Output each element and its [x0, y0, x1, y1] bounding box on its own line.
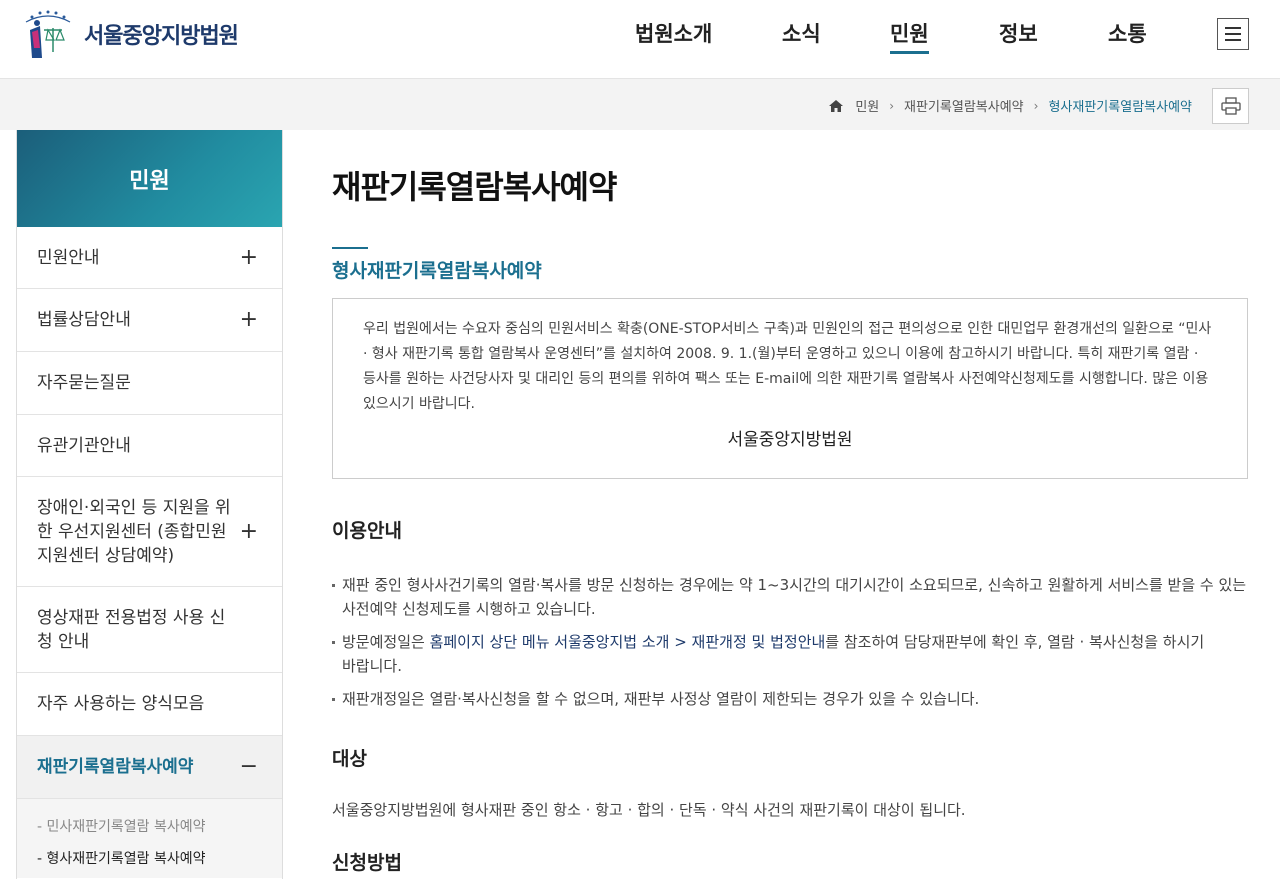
sidebar-item-label: 법률상담안내: [37, 310, 131, 330]
sidebar-item-related-orgs[interactable]: 유관기관안내: [17, 415, 282, 477]
court-name: 서울중앙지방법원: [84, 24, 239, 49]
breadcrumb: 민원 › 재판기록열람복사예약 › 형사재판기록열람복사예약: [829, 96, 1192, 115]
court-emblem-icon: [25, 10, 71, 58]
list-item-text: 방문예정일은: [342, 633, 430, 651]
sidebar-item-label: 유관기관안내: [37, 435, 131, 456]
target-heading: 대상: [332, 748, 367, 770]
print-button[interactable]: [1212, 88, 1249, 124]
sidebar-submenu: - 민사재판기록열람 복사예약 - 형사재판기록열람 복사예약: [17, 799, 282, 878]
breadcrumb-current[interactable]: 형사재판기록열람복사예약: [1048, 96, 1192, 115]
court-schedule-link[interactable]: 홈페이지 상단 메뉴 서울중앙지법 소개 > 재판개정 및 법정안내: [430, 633, 826, 651]
hamburger-icon[interactable]: [1217, 18, 1249, 50]
sidebar-item-label: 재판기록열람복사예약: [37, 757, 194, 777]
nav-civil-affairs[interactable]: 민원: [890, 18, 929, 54]
list-item: 재판개정일은 열람·복사신청을 할 수 없으며, 재판부 사정상 열람이 제한되…: [332, 687, 1248, 711]
minus-icon[interactable]: −: [240, 755, 258, 779]
sidebar-item-label: 자주 사용하는 양식모음: [37, 694, 205, 714]
plus-icon[interactable]: +: [240, 519, 258, 544]
method-heading: 신청방법: [332, 852, 402, 874]
usage-list: 재판 중인 형사사건기록의 열람·복사를 방문 신청하는 경우에는 약 1~3시…: [332, 573, 1248, 720]
sidebar-item-faq[interactable]: 자주묻는질문: [17, 352, 282, 415]
printer-icon: [1220, 97, 1241, 115]
home-icon[interactable]: [829, 99, 844, 112]
nav-news[interactable]: 소식: [782, 18, 821, 48]
sidebar-item-forms[interactable]: 자주 사용하는 양식모음: [17, 673, 282, 736]
chevron-right-icon: ›: [889, 98, 895, 113]
section-subtitle: 형사재판기록열람복사예약: [332, 260, 542, 282]
sidebar-title: 민원: [17, 130, 282, 227]
sidebar: 민원 민원안내 + 법률상담안내 + 자주묻는질문 유관기관안내 장애인·외국인…: [16, 130, 283, 879]
notice-signature: 서울중앙지방법원: [727, 430, 853, 450]
notice-box: 우리 법원에서는 수요자 중심의 민원서비스 확충(ONE-STOP서비스 구축…: [332, 298, 1248, 479]
breadcrumb-bar: 민원 › 재판기록열람복사예약 › 형사재판기록열람복사예약: [0, 78, 1280, 130]
sidebar-item-civil-guide[interactable]: 민원안내 +: [17, 227, 282, 289]
site-header: 서울중앙지방법원 법원소개 소식 민원 정보 소통: [0, 0, 1280, 78]
plus-icon[interactable]: +: [240, 245, 258, 270]
chevron-right-icon: ›: [1033, 98, 1039, 113]
sidebar-item-record-reservation[interactable]: 재판기록열람복사예약 −: [17, 736, 282, 799]
sidebar-subitem-civil-record[interactable]: - 민사재판기록열람 복사예약: [37, 811, 262, 843]
court-logo[interactable]: 서울중앙지방법원: [18, 8, 239, 60]
sidebar-item-label: 장애인·외국인 등 지원을 위한 우선지원센터 (종합민원지원센터 상담예약): [37, 497, 231, 566]
page-title: 재판기록열람복사예약: [332, 168, 617, 206]
nav-info[interactable]: 정보: [999, 18, 1038, 48]
usage-heading: 이용안내: [332, 520, 402, 542]
target-text: 서울중앙지방법원에 형사재판 중인 항소 · 항고 · 합의 · 단독 · 약식…: [332, 801, 966, 819]
list-item: 재판 중인 형사사건기록의 열람·복사를 방문 신청하는 경우에는 약 1~3시…: [332, 573, 1248, 621]
sidebar-item-video-court[interactable]: 영상재판 전용법정 사용 신청 안내: [17, 587, 282, 673]
breadcrumb-item[interactable]: 민원: [855, 96, 879, 115]
plus-icon[interactable]: +: [240, 308, 258, 332]
notice-text: 우리 법원에서는 수요자 중심의 민원서비스 확충(ONE-STOP서비스 구축…: [363, 321, 1212, 412]
sidebar-item-priority-support[interactable]: 장애인·외국인 등 지원을 위한 우선지원센터 (종합민원지원센터 상담예약) …: [17, 477, 282, 587]
breadcrumb-item[interactable]: 재판기록열람복사예약: [904, 96, 1024, 115]
nav-court-intro[interactable]: 법원소개: [635, 18, 712, 48]
nav-communication[interactable]: 소통: [1108, 18, 1147, 48]
sidebar-item-label: 영상재판 전용법정 사용 신청 안내: [37, 607, 226, 652]
subtitle-accent-bar: [332, 247, 368, 249]
sidebar-item-label: 민원안내: [37, 247, 100, 268]
sidebar-subitem-criminal-record[interactable]: - 형사재판기록열람 복사예약: [37, 843, 262, 875]
sidebar-item-label: 자주묻는질문: [37, 373, 131, 393]
list-item: 방문예정일은 홈페이지 상단 메뉴 서울중앙지법 소개 > 재판개정 및 법정안…: [332, 630, 1248, 678]
sidebar-item-legal-consult[interactable]: 법률상담안내 +: [17, 289, 282, 352]
